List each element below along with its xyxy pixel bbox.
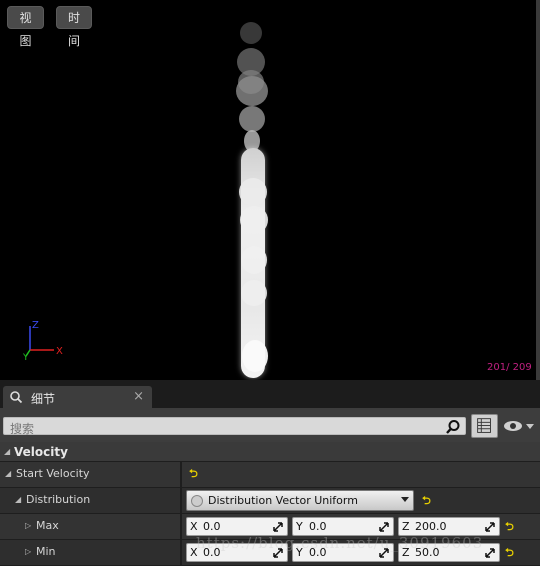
property-min: ▷ Min X 0.0 Y 0.0 Z 50.0 ⮌	[0, 540, 540, 566]
drag-handle-icon[interactable]	[485, 548, 495, 558]
property-label: Start Velocity	[16, 467, 90, 480]
grid-icon	[477, 418, 491, 433]
min-x-value: 0.0	[203, 546, 221, 559]
max-z-field[interactable]: Z 200.0	[398, 517, 500, 536]
particle-emitter-preview	[230, 18, 280, 378]
property-distribution: ◢ Distribution Distribution Vector Unifo…	[0, 488, 540, 514]
particle	[240, 206, 268, 234]
expand-arrow-icon[interactable]: ▷	[25, 521, 31, 530]
particle-count: 201/ 209	[487, 362, 532, 373]
search-row: 搜索	[0, 408, 540, 442]
property-list: ◢ Velocity ◢ Start Velocity ⮌ ◢ Distribu…	[0, 442, 540, 566]
axis-label: Z	[402, 546, 410, 559]
reset-to-default-icon[interactable]: ⮌	[505, 521, 515, 532]
close-icon[interactable]: ×	[133, 389, 144, 404]
particle	[241, 280, 267, 306]
details-panel: 细节 × 搜索 ◢ Velocity ◢ Start Velocity ⮌ ◢ …	[0, 380, 540, 566]
max-x-value: 0.0	[203, 520, 221, 533]
axis-label: X	[190, 546, 198, 559]
reset-to-default-icon[interactable]: ⮌	[422, 495, 432, 506]
view-button[interactable]: 视图	[7, 6, 44, 48]
drag-handle-icon[interactable]	[273, 548, 283, 558]
property-matrix-button[interactable]	[471, 414, 498, 438]
particle	[241, 246, 267, 274]
distribution-type-icon	[191, 495, 203, 507]
particle	[240, 22, 262, 44]
search-input[interactable]: 搜索	[3, 417, 466, 436]
y-axis-label: Y	[22, 353, 29, 362]
drag-handle-icon[interactable]	[379, 548, 389, 558]
min-z-value: 50.0	[415, 546, 440, 559]
min-y-value: 0.0	[309, 546, 327, 559]
expand-arrow-icon[interactable]: ◢	[15, 495, 21, 504]
particle	[236, 76, 268, 106]
axis-label: Y	[296, 520, 303, 533]
chevron-down-icon	[401, 497, 409, 502]
axis-label: Z	[402, 520, 410, 533]
max-y-value: 0.0	[309, 520, 327, 533]
reset-to-default-icon[interactable]: ⮌	[505, 547, 515, 558]
expand-arrow-icon[interactable]: ◢	[4, 447, 10, 456]
category-label: Velocity	[14, 445, 68, 459]
tab-details[interactable]: 细节 ×	[3, 386, 152, 408]
min-x-field[interactable]: X 0.0	[186, 543, 288, 562]
particle	[239, 178, 267, 206]
particle	[239, 106, 265, 132]
max-y-field[interactable]: Y 0.0	[292, 517, 394, 536]
max-z-value: 200.0	[415, 520, 447, 533]
min-y-field[interactable]: Y 0.0	[292, 543, 394, 562]
search-icon[interactable]	[445, 419, 461, 435]
min-z-field[interactable]: Z 50.0	[398, 543, 500, 562]
axis-label: Y	[296, 546, 303, 559]
magnifier-icon	[10, 391, 23, 404]
max-x-field[interactable]: X 0.0	[186, 517, 288, 536]
category-velocity[interactable]: ◢ Velocity	[0, 442, 540, 462]
column-splitter[interactable]	[180, 488, 182, 513]
expand-arrow-icon[interactable]: ▷	[25, 547, 31, 556]
drag-handle-icon[interactable]	[379, 522, 389, 532]
drag-handle-icon[interactable]	[273, 522, 283, 532]
column-splitter[interactable]	[180, 514, 182, 539]
dropdown-value: Distribution Vector Uniform	[208, 494, 358, 507]
search-placeholder: 搜索	[10, 422, 35, 436]
tab-label: 细节	[31, 392, 56, 406]
property-max: ▷ Max X 0.0 Y 0.0 Z 200.0 ⮌	[0, 514, 540, 540]
reset-to-default-icon[interactable]: ⮌	[189, 468, 199, 479]
column-splitter[interactable]	[180, 540, 182, 565]
distribution-dropdown[interactable]: Distribution Vector Uniform	[186, 490, 414, 511]
expand-arrow-icon[interactable]: ◢	[5, 469, 11, 478]
property-start-velocity: ◢ Start Velocity ⮌	[0, 462, 540, 488]
particle	[242, 340, 268, 372]
property-label: Distribution	[26, 493, 91, 506]
column-splitter[interactable]	[180, 462, 182, 487]
tab-strip: 细节 ×	[0, 380, 540, 408]
axis-gizmo: Z X Y	[22, 320, 63, 362]
property-label: Min	[36, 545, 56, 558]
drag-handle-icon[interactable]	[485, 522, 495, 532]
property-label: Max	[36, 519, 59, 532]
eye-icon[interactable]	[503, 418, 535, 434]
z-axis-label: Z	[32, 320, 39, 331]
axis-label: X	[190, 520, 198, 533]
time-button[interactable]: 时间	[56, 6, 92, 48]
particle-viewport[interactable]: 视图 时间 Z X Y 201/ 209	[0, 0, 540, 380]
x-axis-label: X	[56, 346, 63, 357]
